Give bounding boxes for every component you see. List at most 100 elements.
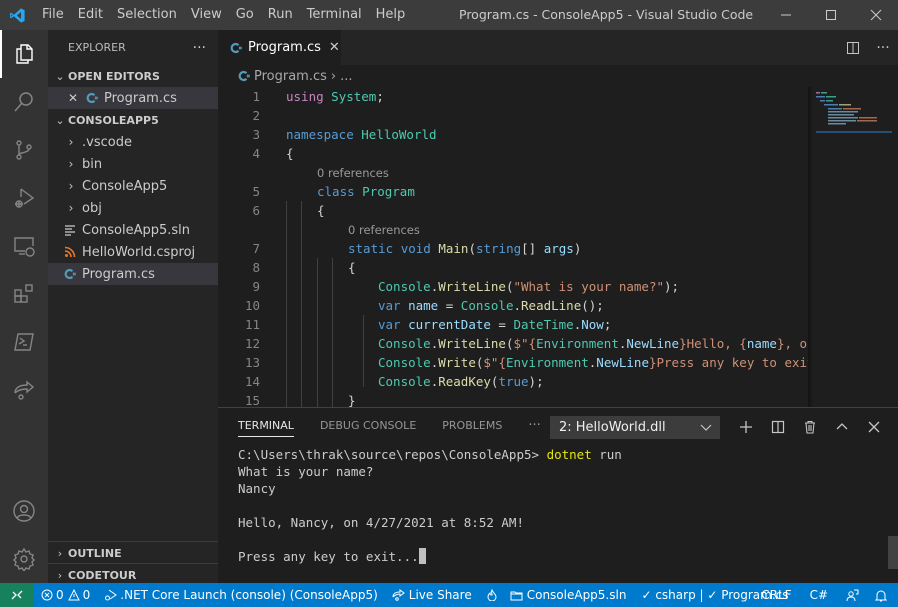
remote-indicator[interactable] bbox=[0, 583, 34, 607]
activity-explorer[interactable] bbox=[0, 30, 48, 78]
outline-header[interactable]: › OUTLINE bbox=[48, 542, 218, 564]
debug-icon bbox=[105, 589, 118, 601]
tab-problems[interactable]: PROBLEMS bbox=[442, 408, 502, 443]
chevron-right-icon: › bbox=[68, 179, 74, 193]
warning-icon bbox=[67, 589, 80, 601]
terminal-scrollbar[interactable] bbox=[888, 536, 898, 569]
terminal-select-dropdown[interactable]: 2: HelloWorld.dll bbox=[550, 416, 720, 439]
tree-item-vscode[interactable]: › .vscode bbox=[48, 131, 218, 153]
split-terminal-button[interactable] bbox=[762, 413, 794, 441]
code-line: } bbox=[348, 393, 356, 407]
new-terminal-button[interactable] bbox=[730, 413, 762, 441]
split-editor-icon bbox=[847, 41, 859, 54]
tree-item-consoleapp5[interactable]: › ConsoleApp5 bbox=[48, 175, 218, 197]
menu-run[interactable]: Run bbox=[261, 0, 300, 30]
maximize-panel-button[interactable] bbox=[826, 413, 858, 441]
activity-live-share[interactable] bbox=[0, 366, 48, 414]
solution-status[interactable]: ConsoleApp5.sln bbox=[503, 583, 634, 607]
debug-launch-config[interactable]: .NET Core Launch (console) (ConsoleApp5) bbox=[97, 583, 384, 607]
minimize-button[interactable] bbox=[763, 0, 808, 30]
plus-icon bbox=[740, 421, 752, 433]
activity-remote-explorer[interactable] bbox=[0, 222, 48, 270]
tab-program-cs[interactable]: Program.cs ✕ bbox=[218, 30, 341, 65]
chevron-right-icon: › bbox=[68, 201, 74, 215]
notifications-button[interactable] bbox=[868, 583, 898, 607]
codelens-references[interactable]: 0 references bbox=[348, 223, 420, 237]
line-number: 7 bbox=[252, 241, 260, 256]
tree-item-program-cs[interactable]: Program.cs bbox=[48, 263, 218, 285]
open-editor-filename: Program.cs bbox=[104, 90, 177, 106]
close-panel-button[interactable] bbox=[858, 413, 890, 441]
activity-run-debug[interactable] bbox=[0, 174, 48, 222]
tree-item-bin[interactable]: › bin bbox=[48, 153, 218, 175]
project-header[interactable]: ⌄ CONSOLEAPP5 bbox=[48, 109, 218, 131]
explorer-more-button[interactable]: ··· bbox=[193, 40, 206, 56]
problems-indicator[interactable]: 0 0 bbox=[34, 583, 97, 607]
line-number: 8 bbox=[252, 260, 260, 275]
tree-item-obj[interactable]: › obj bbox=[48, 197, 218, 219]
menu-edit[interactable]: Edit bbox=[71, 0, 110, 30]
code-line: using System; bbox=[286, 89, 384, 104]
code-line: namespace HelloWorld bbox=[286, 127, 437, 142]
menu-help[interactable]: Help bbox=[369, 0, 413, 30]
activity-manage[interactable] bbox=[0, 535, 48, 583]
split-editor-button[interactable] bbox=[838, 41, 868, 55]
activity-extensions[interactable] bbox=[0, 270, 48, 318]
run-debug-icon bbox=[15, 188, 35, 208]
line-number: 6 bbox=[252, 203, 260, 218]
error-icon bbox=[41, 589, 53, 601]
activity-powershell[interactable] bbox=[0, 318, 48, 366]
accounts-icon bbox=[13, 500, 35, 522]
menu-file[interactable]: File bbox=[35, 0, 71, 30]
breadcrumb-symbol[interactable]: ... bbox=[340, 69, 352, 84]
close-editor-icon[interactable]: ✕ bbox=[68, 91, 84, 105]
eol-status[interactable]: CRLF bbox=[752, 583, 800, 607]
line-number: 11 bbox=[244, 317, 260, 332]
menu-view[interactable]: View bbox=[184, 0, 229, 30]
editor-area: Program.cs ✕ ··· Program.cs › ... 1 usin… bbox=[218, 30, 898, 407]
open-editors-header[interactable]: ⌄ OPEN EDITORS bbox=[48, 65, 218, 87]
live-share-status[interactable]: Live Share bbox=[385, 583, 479, 607]
menu-selection[interactable]: Selection bbox=[110, 0, 184, 30]
editor-more-button[interactable]: ··· bbox=[868, 40, 898, 56]
kill-terminal-button[interactable] bbox=[794, 413, 826, 441]
menu-terminal[interactable]: Terminal bbox=[300, 0, 369, 30]
feedback-button[interactable] bbox=[837, 583, 868, 607]
close-button[interactable] bbox=[853, 0, 898, 30]
chevron-down-icon: ⌄ bbox=[55, 113, 65, 127]
code-editor[interactable]: 1 using System; 2 3 namespace HelloWorld… bbox=[218, 87, 808, 407]
tree-item-csproj[interactable]: HelloWorld.csproj bbox=[48, 241, 218, 263]
line-number: 4 bbox=[252, 146, 260, 161]
flame-status[interactable] bbox=[479, 583, 503, 607]
terminal-panel: TERMINAL DEBUG CONSOLE PROBLEMS ··· 2: H… bbox=[218, 407, 898, 583]
breadcrumb-file[interactable]: Program.cs bbox=[254, 69, 327, 84]
chevron-up-icon bbox=[836, 423, 848, 430]
terminal-line: What is your name? bbox=[238, 464, 374, 479]
minimap[interactable] bbox=[808, 87, 898, 407]
open-editor-item[interactable]: ✕ Program.cs bbox=[48, 87, 218, 109]
language-mode[interactable]: C# bbox=[801, 583, 837, 607]
code-line: Console.WriteLine($"{Environment.NewLine… bbox=[378, 336, 808, 351]
title-bar: File Edit Selection View Go Run Terminal… bbox=[0, 0, 898, 30]
codelens-references[interactable]: 0 references bbox=[317, 166, 389, 180]
activity-search[interactable] bbox=[0, 78, 48, 126]
panel-more-button[interactable]: ··· bbox=[528, 408, 540, 443]
tree-item-label: bin bbox=[82, 156, 103, 172]
tab-debug-console[interactable]: DEBUG CONSOLE bbox=[320, 408, 416, 443]
maximize-button[interactable] bbox=[808, 0, 853, 30]
activity-source-control[interactable] bbox=[0, 126, 48, 174]
terminal-output[interactable]: C:\Users\thrak\source\repos\ConsoleApp5>… bbox=[238, 446, 622, 565]
editor-tabs: Program.cs ✕ ··· bbox=[218, 30, 898, 65]
code-line: { bbox=[286, 146, 294, 161]
tree-item-sln[interactable]: ConsoleApp5.sln bbox=[48, 219, 218, 241]
menu-go[interactable]: Go bbox=[229, 0, 261, 30]
activity-accounts[interactable] bbox=[0, 487, 48, 535]
terminal-cursor bbox=[418, 548, 426, 564]
indent-guide bbox=[317, 258, 318, 407]
tab-close-icon[interactable]: ✕ bbox=[329, 40, 340, 55]
code-line: { bbox=[317, 203, 325, 218]
tab-terminal[interactable]: TERMINAL bbox=[238, 408, 294, 443]
line-number: 3 bbox=[252, 127, 260, 142]
